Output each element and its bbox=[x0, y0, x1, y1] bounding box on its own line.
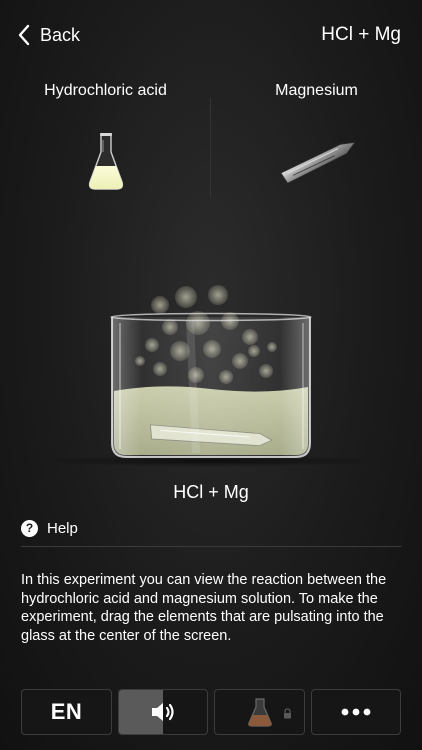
flask-icon bbox=[86, 132, 126, 192]
reagent-label: Hydrochloric acid bbox=[44, 82, 167, 99]
reagent-magnesium[interactable]: Magnesium bbox=[211, 76, 422, 196]
header: Back HCl + Mg bbox=[0, 0, 422, 70]
help-divider bbox=[21, 546, 401, 547]
sound-button[interactable] bbox=[118, 689, 208, 735]
language-button[interactable]: EN bbox=[21, 689, 112, 735]
flask-button[interactable] bbox=[214, 689, 305, 735]
chevron-left-icon bbox=[18, 24, 30, 46]
back-button[interactable]: Back bbox=[18, 22, 80, 48]
back-label: Back bbox=[40, 24, 81, 45]
more-icon bbox=[341, 708, 371, 716]
beaker[interactable] bbox=[100, 285, 322, 470]
reagent-label: Magnesium bbox=[275, 82, 358, 99]
flask-icon bbox=[247, 698, 272, 727]
reaction-label: HCl + Mg bbox=[173, 482, 249, 502]
lock-icon bbox=[284, 708, 291, 719]
reagent-hydrochloric-acid[interactable]: Hydrochloric acid bbox=[0, 76, 211, 196]
help-button[interactable]: ? Help bbox=[21, 518, 78, 538]
language-label: EN bbox=[50, 699, 83, 724]
more-button[interactable] bbox=[311, 689, 401, 735]
description-text: In this experiment you can view the reac… bbox=[21, 572, 387, 644]
help-icon: ? bbox=[21, 519, 38, 537]
magnesium-strip-icon bbox=[275, 132, 365, 188]
page-title: HCl + Mg bbox=[321, 24, 401, 45]
experiment-screen: Back HCl + Mg Hydrochloric acid Magnesiu… bbox=[0, 0, 422, 750]
help-label: Help bbox=[47, 519, 78, 537]
reagent-selector: Hydrochloric acid Magnesium bbox=[0, 76, 422, 198]
bottom-toolbar: EN bbox=[0, 689, 422, 735]
speaker-icon bbox=[152, 703, 174, 721]
